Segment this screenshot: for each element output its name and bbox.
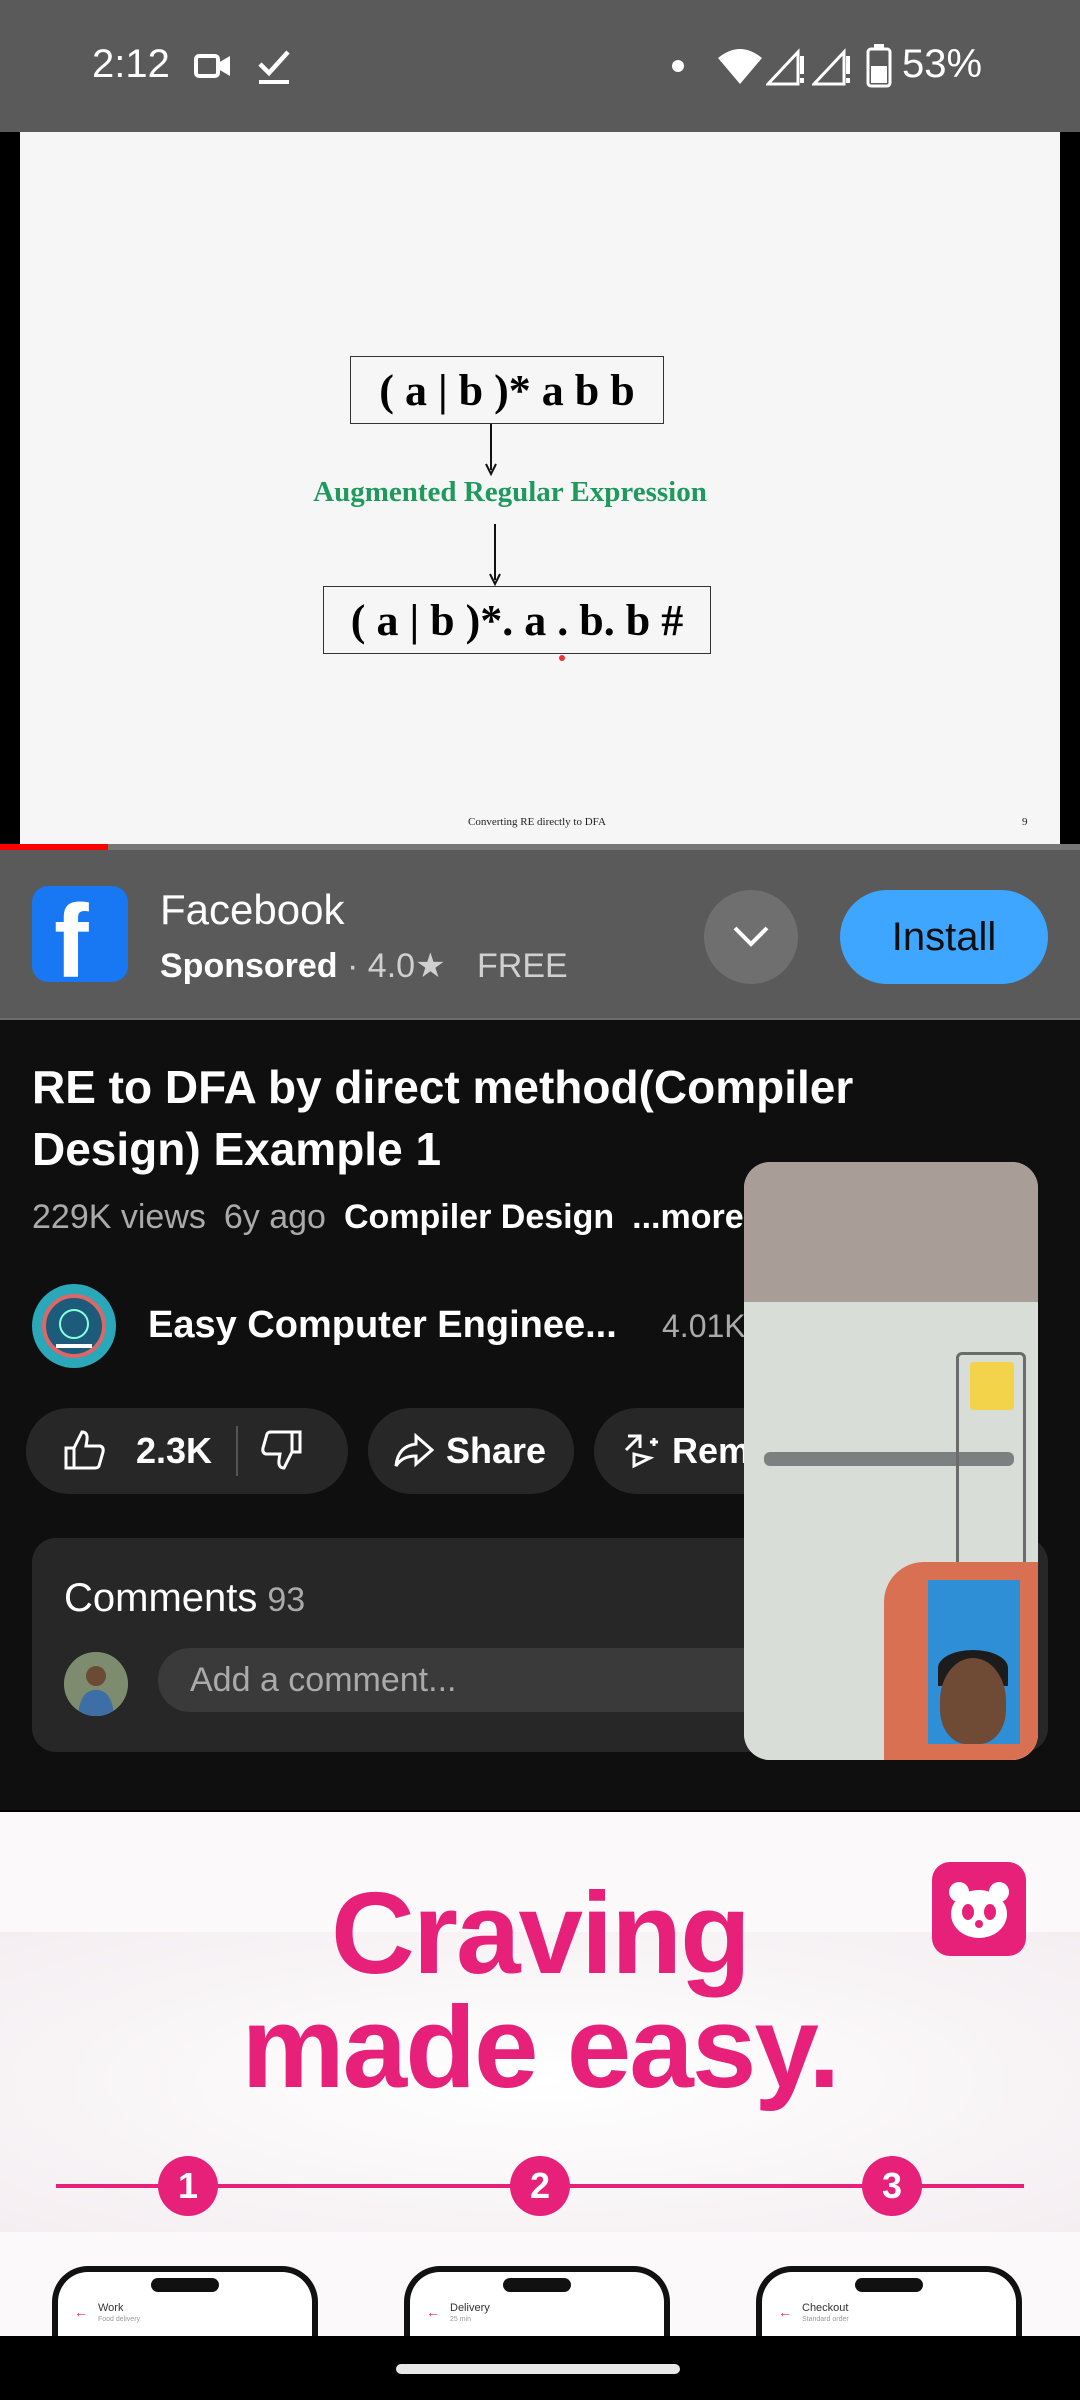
home-gesture-handle[interactable] (396, 2364, 680, 2374)
ad-meta: Sponsored · 4.0★ FREE (160, 946, 568, 986)
video-player[interactable]: ( a | b )* a b b Augmented Regular Expre… (0, 132, 1080, 850)
phone-mockup-2: ← Delivery 25 min (404, 2266, 670, 2336)
comments-count: 93 (267, 1581, 306, 1619)
status-bar: 2:12 53% (0, 0, 1080, 132)
remix-icon (624, 1434, 658, 1469)
phone-title-2: Delivery (450, 2302, 490, 2314)
call-video-bottles (970, 1362, 1014, 1410)
share-button[interactable]: Share (368, 1408, 574, 1494)
like-count: 2.3K (136, 1430, 213, 1471)
signal-icon-2 (812, 48, 850, 86)
back-arrow-icon: ← (778, 2304, 792, 2320)
food-ad-banner[interactable]: Craving made easy. 1 2 3 ← Work Food del… (0, 1812, 1080, 2336)
signal-icon (766, 48, 804, 86)
step-1: 1 (158, 2156, 218, 2216)
view-count: 229K views (32, 1198, 206, 1236)
status-time: 2:12 (92, 42, 170, 86)
step-3: 3 (862, 2156, 922, 2216)
channel-name[interactable]: Easy Computer Enginee... (148, 1304, 617, 1347)
phone-mockup-1: ← Work Food delivery (52, 2266, 318, 2336)
phone-sub-3: Standard order (802, 2316, 849, 2323)
panda-logo-icon (932, 1862, 1026, 1956)
comments-heading: Comments 93 (64, 1576, 305, 1621)
thumbs-down-icon[interactable] (260, 1428, 304, 1472)
channel-logo-icon (42, 1294, 106, 1358)
like-dislike-button[interactable]: 2.3K (26, 1408, 348, 1494)
ad-app-name: Facebook (160, 886, 345, 933)
step-2: 2 (510, 2156, 570, 2216)
comments-label: Comments (64, 1576, 258, 1620)
call-video-ceiling (744, 1162, 1038, 1302)
user-photo-icon (64, 1652, 128, 1716)
wifi-icon (718, 49, 762, 84)
thumbs-up-icon[interactable] (62, 1428, 106, 1472)
phone-sub-2: 25 min (450, 2316, 472, 2323)
facebook-logo-icon: f (32, 886, 128, 982)
phone-mockup-3: ← Checkout Standard order (756, 2266, 1022, 2336)
food-ad-headline-1: Craving (331, 1868, 751, 1998)
share-label: Share (446, 1430, 547, 1471)
self-face (940, 1658, 1006, 1744)
augmented-label: Augmented Regular Expression (313, 476, 707, 508)
food-ad-headline-2: made easy. (241, 1982, 841, 2112)
task-check-icon (258, 50, 290, 84)
augmented-expression-box: ( a | b )*. a . b. b # (323, 586, 711, 654)
battery-percent: 53% (902, 42, 983, 86)
channel-avatar[interactable] (32, 1284, 116, 1368)
ad-banner[interactable]: f Facebook Sponsored · 4.0★ FREE Install (0, 850, 1080, 1020)
share-arrow-icon (394, 1432, 434, 1468)
upload-age: 6y ago (223, 1198, 326, 1236)
slide-footer: Converting RE directly to DFA (468, 816, 606, 828)
video-meta[interactable]: 229K views 6y ago Compiler Design ...more (32, 1198, 744, 1237)
install-button[interactable]: Install (840, 890, 1048, 984)
navigation-bar (0, 2336, 1080, 2400)
phone-title-3: Checkout (802, 2302, 849, 2314)
video-tag: Compiler Design (343, 1198, 615, 1236)
video-call-overlay[interactable] (744, 1162, 1038, 1760)
back-arrow-icon: ← (74, 2304, 88, 2320)
more-link[interactable]: ...more (632, 1198, 743, 1236)
phone-sub-1: Food delivery (98, 2316, 141, 2323)
like-divider (236, 1426, 238, 1476)
slide-page-number: 9 (1022, 816, 1028, 828)
ad-sponsored: Sponsored (160, 947, 338, 985)
battery-icon (866, 44, 892, 88)
regular-expression-box: ( a | b )* a b b (350, 356, 664, 424)
chevron-down-icon (733, 926, 769, 947)
lecture-slide: ( a | b )* a b b Augmented Regular Expre… (20, 132, 1060, 844)
user-avatar (64, 1652, 128, 1716)
video-camera-icon (194, 54, 230, 78)
phone-title-1: Work (98, 2302, 124, 2314)
subscriber-count: 4.01K (662, 1308, 746, 1344)
ad-expand-button[interactable] (704, 890, 798, 984)
ad-price: FREE (477, 947, 568, 985)
notification-dot-icon (672, 60, 684, 72)
call-self-view[interactable] (928, 1580, 1020, 1744)
ad-rating: · 4.0★ (347, 947, 446, 985)
back-arrow-icon: ← (426, 2304, 440, 2320)
